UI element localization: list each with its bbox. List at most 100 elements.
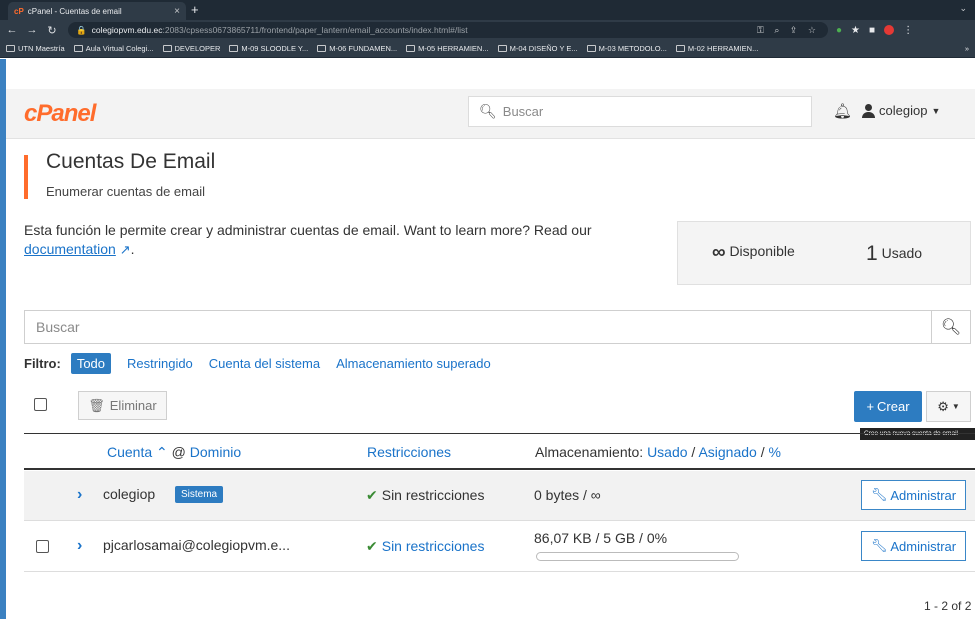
bookmark-item[interactable]: M-06 FUNDAMEN... [317, 44, 397, 53]
folder-icon [162, 45, 172, 52]
accounts-search-input[interactable]: Buscar [24, 310, 932, 344]
plus-icon: + [866, 399, 875, 414]
expand-row-icon[interactable]: › [77, 486, 82, 504]
manage-button[interactable]: 🔧︎ Administrar [861, 531, 966, 561]
folder-icon [406, 45, 416, 52]
create-label: Crear [877, 399, 910, 414]
used-number: 1 [866, 242, 878, 265]
filter-restricted[interactable]: Restringido [127, 356, 193, 371]
page-subtitle: Enumerar cuentas de email [46, 184, 205, 199]
username: colegiop [879, 103, 928, 118]
account-name: colegiop [103, 486, 156, 502]
browser-tab-bar: cP cPanel - Cuentas de email × + ⌄ [0, 0, 975, 20]
menu-icon[interactable]: ⋮ [903, 25, 913, 36]
storage-progress-bar [536, 552, 739, 561]
folder-icon [73, 45, 83, 52]
filter-storage-exceeded[interactable]: Almacenamiento superado [336, 356, 491, 371]
expand-row-icon[interactable]: › [77, 537, 82, 555]
delete-label: Eliminar [109, 398, 157, 413]
bookmarks-more-button[interactable]: » [965, 44, 969, 53]
sort-domain-header[interactable]: Dominio [190, 444, 241, 460]
tab-title: cPanel - Cuentas de email [27, 6, 122, 16]
manage-button[interactable]: 🔧︎ Administrar [861, 480, 966, 510]
external-link-icon[interactable]: ↗ [120, 242, 131, 257]
new-tab-button[interactable]: + [191, 2, 199, 18]
url-field[interactable]: 🔒 colegiopvm.edu.ec :2083/cpsess06738657… [68, 22, 828, 38]
close-tab-icon[interactable]: × [174, 6, 180, 17]
omnibox-icons[interactable]: ⚿ ⌕ ⇪ ☆ [757, 25, 820, 36]
manage-label: Administrar [890, 538, 957, 554]
restrictions-status[interactable]: ✔ Sin restricciones [366, 538, 484, 555]
browser-tab[interactable]: cP cPanel - Cuentas de email × [8, 2, 186, 20]
col-restrictions[interactable]: Restricciones [367, 444, 451, 460]
sort-percent-header[interactable]: % [769, 444, 781, 460]
create-button[interactable]: + Crear [854, 391, 922, 422]
wrench-icon: 🔧︎ [870, 538, 888, 553]
table-row: › pjcarlosamai@colegiopvm.e... ✔ Sin rest… [24, 522, 975, 572]
bookmark-item[interactable]: Aula Virtual Colegi... [73, 44, 154, 53]
bookmark-item[interactable]: M-03 METODOLO... [586, 44, 667, 53]
url-host: colegiopvm.edu.ec [91, 25, 163, 35]
reload-icon[interactable]: ↻ [44, 24, 60, 37]
sort-assigned-header[interactable]: Asignado [698, 444, 756, 460]
profile-icon[interactable] [884, 25, 895, 35]
cpanel-header: cPanel 🔍︎ Buscar 🔔︎ colegiop ▼ [6, 89, 975, 139]
folder-icon [317, 45, 327, 52]
address-bar: ← → ↻ 🔒 colegiopvm.edu.ec :2083/cpsess06… [0, 20, 975, 40]
bookmark-item[interactable]: M-05 HERRAMIEN... [406, 44, 489, 53]
row-checkbox[interactable] [36, 540, 49, 553]
select-all-checkbox[interactable] [34, 398, 47, 411]
bookmark-item[interactable]: M-04 DISEÑO Y E... [497, 44, 578, 53]
page-title: Cuentas De Email [46, 150, 216, 173]
back-icon[interactable]: ← [4, 24, 20, 36]
bookmark-item[interactable]: M-09 SLOODLE Y... [229, 44, 308, 53]
doc-suffix: . [130, 241, 135, 257]
bookmark-item[interactable]: DEVELOPER [162, 44, 220, 53]
user-menu[interactable]: colegiop ▼ [861, 103, 940, 118]
sidepanel-icon[interactable]: ■ [869, 25, 875, 36]
delete-button[interactable]: 🗑 Eliminar [78, 391, 167, 420]
folder-icon [586, 45, 596, 52]
extensions-icon[interactable]: ★ [851, 25, 860, 36]
filter-all[interactable]: Todo [70, 353, 112, 374]
bell-icon[interactable]: 🔔︎ [833, 102, 852, 120]
system-badge: Sistema [175, 486, 224, 503]
settings-dropdown-button[interactable]: ⚙ ▼ [926, 391, 971, 422]
sort-account-header[interactable]: Cuenta [107, 444, 152, 460]
folder-icon [6, 45, 15, 52]
title-accent-bar [24, 155, 28, 199]
table-row: › colegiop Sistema ✔ Sin restricciones 0 … [24, 471, 975, 521]
search-button[interactable]: 🔍︎ [931, 310, 971, 344]
col-storage: Almacenamiento: Usado / Asignado / % [535, 444, 781, 460]
filter-system-account[interactable]: Cuenta del sistema [209, 356, 320, 371]
window-edge [0, 59, 6, 619]
tab-search-icon[interactable]: ⌄ [959, 3, 967, 14]
bookmark-item[interactable]: M-02 HERRAMIEN... [675, 44, 758, 53]
check-icon: ✔ [366, 538, 378, 554]
sort-used-header[interactable]: Usado [647, 444, 687, 460]
account-name[interactable]: pjcarlosamai@colegiopvm.e... [103, 537, 290, 553]
restrictions-status: ✔ Sin restricciones [366, 487, 485, 503]
page-description: Esta función le permite crear y administ… [24, 221, 664, 259]
description-text: Esta función le permite crear y administ… [24, 222, 592, 238]
available-label: Disponible [729, 243, 795, 259]
header-search-input[interactable]: 🔍︎ Buscar [468, 96, 812, 127]
bookmark-item[interactable]: UTN Maestría [6, 44, 65, 53]
user-icon [861, 103, 875, 118]
documentation-link[interactable]: documentation [24, 241, 116, 257]
folder-icon [497, 45, 507, 52]
cpanel-logo[interactable]: cPanel [24, 100, 96, 128]
storage-label: Almacenamiento: [535, 444, 644, 460]
manage-label: Administrar [890, 487, 957, 503]
used-count: 1 Usado [866, 242, 922, 266]
used-label: Usado [881, 245, 923, 261]
check-icon: ✔ [366, 487, 378, 503]
extension-green-icon[interactable]: ● [836, 25, 842, 36]
trash-icon: 🗑 [88, 397, 105, 413]
available-count: ∞ Disponible [712, 242, 795, 264]
forward-icon[interactable]: → [24, 24, 40, 36]
usage-summary: ∞ Disponible 1 Usado [677, 221, 971, 285]
sort-asc-icon[interactable]: ⌃ [156, 444, 168, 460]
search-icon: 🔍︎ [940, 319, 962, 336]
folder-icon [229, 45, 239, 52]
